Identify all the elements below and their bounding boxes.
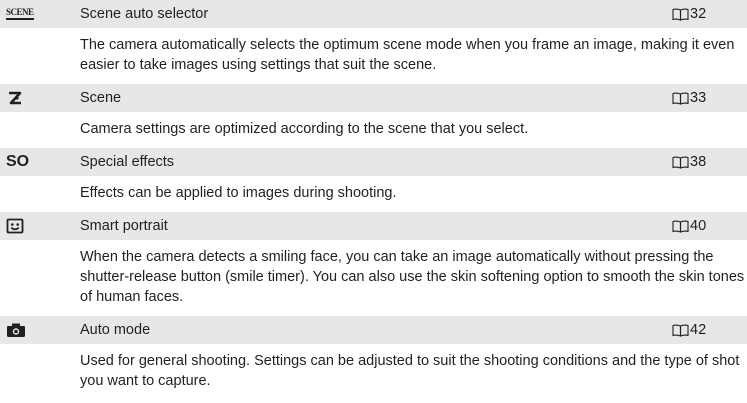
page-reference[interactable]: 33 [672,84,747,112]
mode-name: Auto mode [80,322,151,338]
mode-description: Effects can be applied to images during … [0,176,747,212]
mode-description: Camera settings are optimized according … [0,112,747,148]
page-reference[interactable]: 40 [672,212,747,240]
mode-row-auto-mode: Auto mode 42 [0,316,747,344]
smart-portrait-icon [0,218,80,234]
camera-icon [0,322,80,338]
book-reference-icon [672,156,689,169]
mode-description: Used for general shooting. Settings can … [0,344,747,400]
mode-row-smart-portrait: Smart portrait 40 [0,212,747,240]
mode-name: Scene [80,90,122,106]
mode-description: The camera automatically selects the opt… [0,28,747,84]
page-reference[interactable]: 32 [672,0,747,28]
mode-row-scene-auto-selector: SCENE Scene auto selector 32 [0,0,747,28]
mode-name: Scene auto selector [80,6,209,22]
special-effects-icon: SO [6,153,30,170]
page-number: 33 [690,90,707,106]
page-number: 32 [690,6,707,22]
scene-icon [0,90,80,106]
book-reference-icon [672,324,689,337]
page-number: 40 [690,218,707,234]
mode-name: Special effects [80,154,175,170]
scene-auto-selector-icon: SCENE [0,8,80,20]
shooting-mode-table: SCENE Scene auto selector 32 The camera … [0,0,747,400]
page-reference[interactable]: 42 [672,316,747,344]
mode-description: When the camera detects a smiling face, … [0,240,747,316]
mode-name: Smart portrait [80,218,168,234]
page-number: 42 [690,322,707,338]
page-reference[interactable]: 38 [672,148,747,176]
book-reference-icon [672,92,689,105]
book-reference-icon [672,8,689,21]
mode-row-special-effects: SO Special effects 38 [0,148,747,176]
book-reference-icon [672,220,689,233]
page-number: 38 [690,154,707,170]
mode-row-scene: Scene 33 [0,84,747,112]
